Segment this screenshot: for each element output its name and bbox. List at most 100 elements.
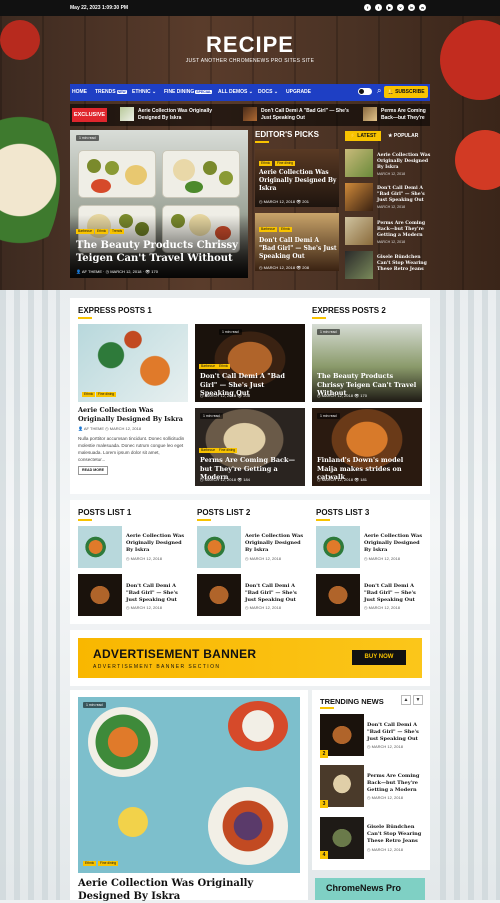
trending-date: ◷ MARCH 12, 2018 bbox=[367, 847, 403, 852]
twitter-icon[interactable]: t bbox=[375, 4, 382, 11]
youtube-icon[interactable]: ▶ bbox=[386, 4, 393, 11]
featured-title[interactable]: Aerie Collection Was Originally Designed… bbox=[78, 877, 308, 903]
toggle-knob bbox=[359, 89, 364, 94]
category-tag[interactable]: Ethnic bbox=[95, 229, 109, 234]
search-icon[interactable]: ⌕ bbox=[377, 86, 381, 96]
latest-title[interactable]: Perms Are Coming Back—but They're Gettin… bbox=[377, 221, 433, 240]
list-title[interactable]: Don't Call Demi A "Bad Girl" — She's Jus… bbox=[245, 583, 305, 604]
section-heading: POSTS LIST 2 bbox=[197, 508, 251, 517]
express-main-title[interactable]: Aerie Collection Was Originally Designed… bbox=[78, 406, 190, 423]
heading-underline bbox=[316, 519, 330, 521]
list-date: ◷ MARCH 12, 2018 bbox=[245, 556, 281, 561]
latest-title[interactable]: Gisele Bündchen Can't Stop Wearing These… bbox=[377, 255, 433, 274]
section-heading: POSTS LIST 3 bbox=[316, 508, 370, 517]
trending-date: ◷ MARCH 12, 2018 bbox=[367, 744, 403, 749]
latest-title[interactable]: Aerie Collection Was Originally Designed… bbox=[377, 153, 433, 172]
chevron-down-icon[interactable]: ▼ bbox=[413, 695, 423, 705]
list-title[interactable]: Aerie Collection Was Originally Designed… bbox=[364, 533, 424, 554]
express-card[interactable]: 1 min read Barbecue Fine dining Perms Ar… bbox=[195, 408, 305, 486]
list-title[interactable]: Aerie Collection Was Originally Designed… bbox=[245, 533, 305, 554]
section-heading: EXPRESS POSTS 2 bbox=[312, 306, 386, 315]
read-time: 1 min read bbox=[76, 135, 99, 141]
latest-title[interactable]: Don't Call Demi A "Bad Girl" — She's Jus… bbox=[377, 186, 433, 205]
list-thumb[interactable] bbox=[197, 526, 241, 568]
latest-thumb[interactable] bbox=[345, 217, 373, 245]
vk-icon[interactable]: v bbox=[397, 4, 404, 11]
special-badge: SPECIAL bbox=[195, 90, 213, 94]
section-heading: TRENDING NEWS bbox=[320, 697, 384, 706]
express-card[interactable]: 1 min read Barbecue Ethnic Don't Call De… bbox=[195, 324, 305, 402]
chevron-up-icon[interactable]: ▲ bbox=[401, 695, 411, 705]
list-date: ◷ MARCH 12, 2018 bbox=[245, 605, 281, 610]
editor-pick-title: Aerie Collection Was Originally Designed… bbox=[259, 169, 337, 192]
latest-thumb[interactable] bbox=[345, 149, 373, 177]
new-badge: NEW bbox=[116, 90, 127, 94]
heading-underline bbox=[255, 141, 269, 143]
post-meta: ◷ MARCH 12, 2018 👁 201 bbox=[259, 199, 309, 204]
nav-trends[interactable]: TRENDS NEW bbox=[95, 89, 127, 95]
nav-fine-dining[interactable]: FINE DINING SPECIAL bbox=[164, 89, 213, 95]
heading-underline bbox=[78, 317, 92, 319]
express-card[interactable]: 1 min read The Beauty Products Chrissy T… bbox=[312, 324, 422, 402]
latest-date: MARCH 12, 2018 bbox=[377, 205, 406, 209]
facebook-icon[interactable]: f bbox=[364, 4, 371, 11]
list-title[interactable]: Don't Call Demi A "Bad Girl" — She's Jus… bbox=[126, 583, 186, 604]
nav-docs[interactable]: DOCS ⌄ bbox=[258, 89, 278, 95]
editor-pick-card[interactable]: Ethnic Fine dining Aerie Collection Was … bbox=[255, 149, 339, 207]
category-tag[interactable]: Trends bbox=[110, 229, 125, 234]
nav-home[interactable]: HOME bbox=[72, 89, 87, 95]
list-thumb[interactable] bbox=[197, 574, 241, 616]
post-excerpt: Nulla porttitor accumsan tincidunt. Done… bbox=[78, 436, 185, 462]
ticker-thumb[interactable] bbox=[120, 107, 134, 121]
latest-thumb[interactable] bbox=[345, 183, 373, 211]
site-tagline: JUST ANOTHER CHROMENEWS PRO SITES SITE bbox=[185, 58, 315, 64]
hero-title[interactable]: The Beauty Products Chrissy Teigen Can't… bbox=[76, 239, 241, 265]
ticker-thumb[interactable] bbox=[363, 107, 377, 121]
promo-title: ChromeNews Pro bbox=[326, 883, 402, 893]
trending-title[interactable]: Gisele Bündchen Can't Stop Wearing These… bbox=[367, 824, 427, 845]
linkedin-icon[interactable]: in bbox=[408, 4, 415, 11]
express-card[interactable]: 1 min read Finland's Down's model Maija … bbox=[312, 408, 422, 486]
ticker-item[interactable]: Perms Are Coming Back—but They're Gettin… bbox=[381, 108, 429, 122]
site-title[interactable]: RECIPE bbox=[0, 32, 500, 58]
list-title[interactable]: Aerie Collection Was Originally Designed… bbox=[126, 533, 186, 554]
tab-popular[interactable]: ★ POPULAR bbox=[388, 131, 428, 141]
top-bar: May 22, 2023 1:09:30 PM f t ▶ v in w bbox=[0, 0, 500, 16]
latest-date: MARCH 12, 2018 bbox=[377, 240, 406, 244]
list-date: ◷ MARCH 12, 2018 bbox=[364, 556, 400, 561]
post-meta: ◷ MARCH 12, 2018 👁 208 bbox=[259, 265, 309, 270]
list-thumb[interactable] bbox=[78, 574, 122, 616]
tab-latest[interactable]: ⚡ LATEST bbox=[345, 131, 381, 141]
category-tag[interactable]: Barbecue bbox=[76, 229, 95, 234]
exclusive-label: EXCLUSIVE bbox=[72, 108, 107, 122]
trending-title[interactable]: Don't Call Demi A "Bad Girl" — She's Jus… bbox=[367, 722, 427, 743]
post-meta: 👤 AF THEME ◷ MARCH 12, 2018 bbox=[78, 426, 142, 431]
buy-now-button[interactable]: BUY NOW bbox=[352, 650, 406, 665]
list-date: ◷ MARCH 12, 2018 bbox=[126, 556, 162, 561]
main-nav: HOME TRENDS NEW ETHNIC ⌄ FINE DINING SPECI… bbox=[70, 84, 430, 101]
list-thumb[interactable] bbox=[78, 526, 122, 568]
ticker-item[interactable]: Don't Call Demi A "Bad Girl" — She's Jus… bbox=[261, 108, 349, 122]
heading-underline bbox=[312, 317, 326, 319]
subscribe-button[interactable]: 🔔 SUBSCRIBE bbox=[384, 86, 428, 98]
featured-image[interactable]: 1 min read Ethnic Fine dining bbox=[78, 697, 300, 873]
nav-all-demos[interactable]: ALL DEMOS ⌄ bbox=[218, 89, 253, 95]
list-thumb[interactable] bbox=[316, 526, 360, 568]
whatsapp-icon[interactable]: w bbox=[419, 4, 426, 11]
heading-underline bbox=[320, 707, 334, 709]
list-date: ◷ MARCH 12, 2018 bbox=[126, 605, 162, 610]
express-main-image[interactable]: Ethnic Fine dining bbox=[78, 324, 188, 402]
nav-upgrade[interactable]: UPGRADE bbox=[286, 89, 311, 95]
trending-rank: 2 bbox=[320, 750, 328, 758]
ticker-item[interactable]: Aerie Collection Was Originally Designed… bbox=[138, 108, 226, 122]
read-more-button[interactable]: READ MORE bbox=[78, 466, 108, 475]
ad-title: ADVERTISEMENT BANNER bbox=[93, 647, 257, 661]
nav-ethnic[interactable]: ETHNIC ⌄ bbox=[132, 89, 156, 95]
latest-thumb[interactable] bbox=[345, 251, 373, 279]
list-thumb[interactable] bbox=[316, 574, 360, 616]
trending-title[interactable]: Perms Are Coming Back—but They're Gettin… bbox=[367, 773, 427, 794]
ticker-thumb[interactable] bbox=[243, 107, 257, 121]
editor-pick-card[interactable]: Barbecue Ethnic Don't Call Demi A "Bad G… bbox=[255, 213, 339, 271]
latest-date: MARCH 12, 2018 bbox=[377, 172, 406, 176]
list-title[interactable]: Don't Call Demi A "Bad Girl" — She's Jus… bbox=[364, 583, 424, 604]
